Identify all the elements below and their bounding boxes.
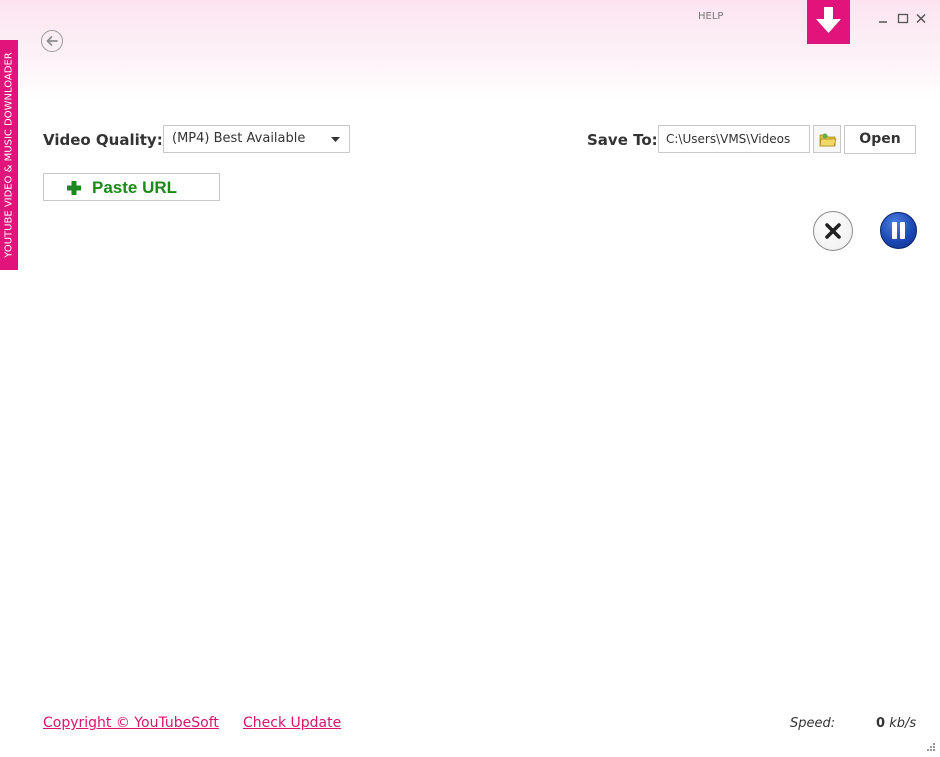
pause-icon [892, 222, 905, 239]
speed-unit: kb/s [889, 716, 917, 731]
save-to-label: Save To: [587, 131, 658, 149]
speed-readout: 0 kb/s [876, 716, 916, 731]
cancel-icon [825, 223, 841, 239]
resize-grip[interactable] [924, 738, 936, 751]
paste-url-label: Paste URL [92, 178, 178, 197]
video-quality-value: (MP4) Best Available [172, 131, 306, 146]
cancel-all-button[interactable] [813, 211, 853, 251]
close-button[interactable] [914, 10, 928, 26]
maximize-icon [897, 13, 909, 24]
open-folder-button[interactable]: Open [844, 125, 916, 154]
check-update-link[interactable]: Check Update [243, 715, 341, 731]
app-side-tab: YOUTUBE VIDEO & MUSIC DOWNLOADER [0, 40, 18, 270]
save-path-input[interactable] [658, 125, 810, 153]
resize-grip-icon [927, 743, 935, 751]
minimize-icon [879, 21, 887, 23]
back-button[interactable] [41, 30, 63, 52]
video-quality-select[interactable]: (MP4) Best Available [163, 125, 350, 153]
back-arrow-icon [46, 36, 58, 46]
app-logo [807, 0, 850, 44]
help-link[interactable]: HELP [698, 11, 723, 22]
header-band [0, 0, 940, 100]
maximize-button[interactable] [896, 10, 910, 26]
video-quality-label: Video Quality: [43, 131, 163, 149]
minimize-button[interactable] [876, 10, 890, 26]
dropdown-arrow-icon [331, 137, 340, 142]
pause-all-button[interactable] [880, 212, 917, 249]
folder-icon [819, 133, 837, 147]
download-arrow-icon [816, 7, 841, 33]
browse-folder-button[interactable] [813, 125, 841, 153]
plus-icon [67, 181, 81, 195]
paste-url-button[interactable]: Paste URL [43, 173, 220, 201]
app-title: YOUTUBE VIDEO & MUSIC DOWNLOADER [3, 52, 15, 258]
copyright-link[interactable]: Copyright © YouTubeSoft [43, 715, 219, 731]
speed-label: Speed: [790, 716, 836, 731]
speed-value: 0 [876, 716, 886, 731]
close-icon [916, 13, 926, 24]
